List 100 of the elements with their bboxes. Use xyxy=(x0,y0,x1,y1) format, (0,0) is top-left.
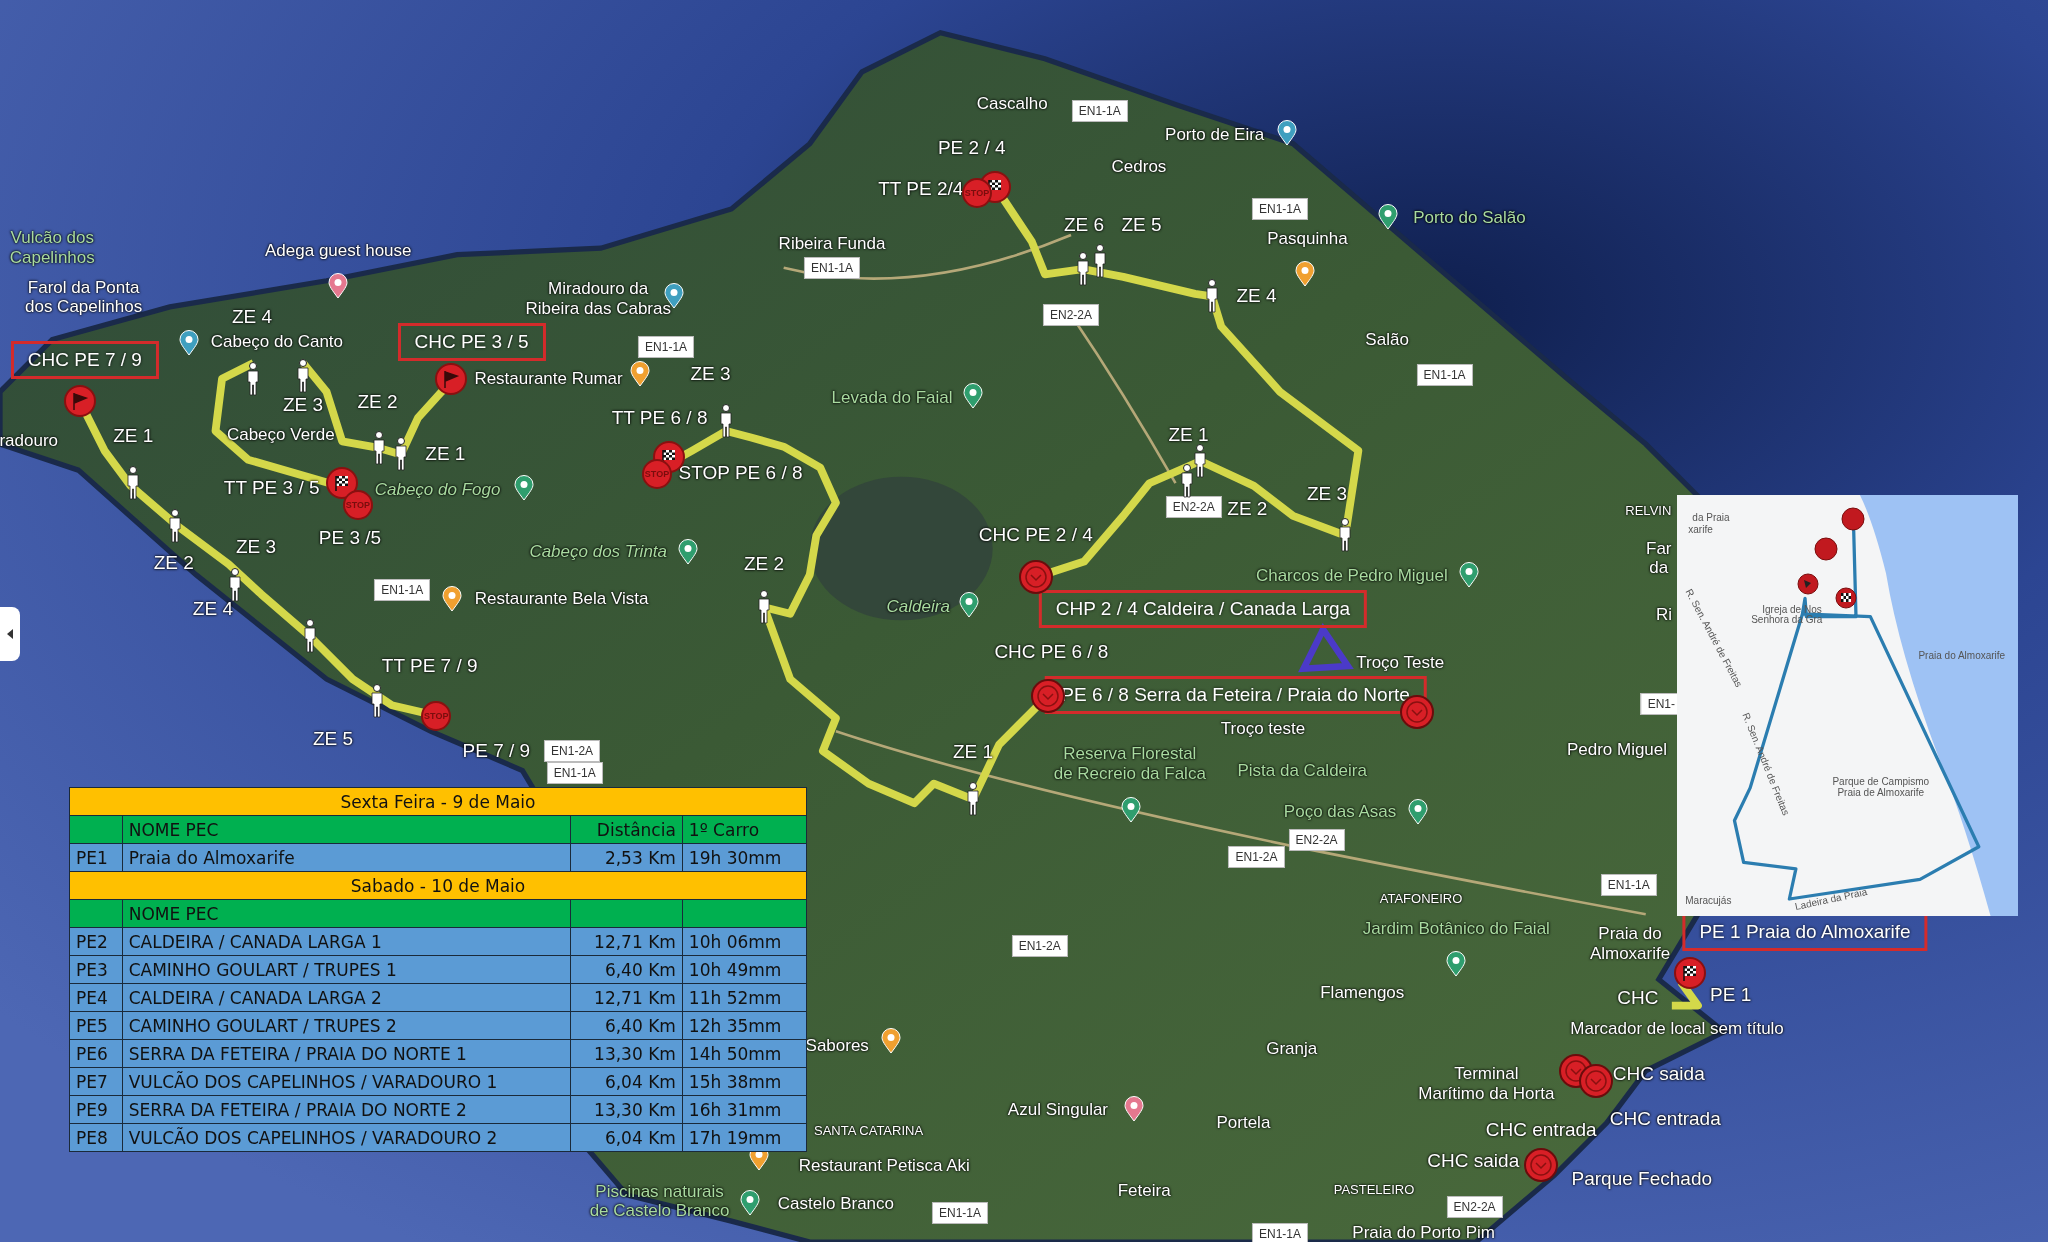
table-cell: VULCÃO DOS CAPELINHOS / VARADOURO 1 xyxy=(122,1067,571,1096)
table-cell: 19h 30mm xyxy=(682,843,807,872)
place-label: Porto de Eira xyxy=(1165,124,1265,145)
table-cell: CALDEIRA / CANADA LARGA 2 xyxy=(122,983,571,1012)
collapse-tab[interactable] xyxy=(0,607,20,661)
map-pin-icon xyxy=(1459,561,1480,588)
road-sign: EN1-2A xyxy=(1011,934,1068,957)
person-icon xyxy=(295,359,311,394)
place-label: Charcos de Pedro Miguel xyxy=(1255,566,1448,586)
table-cell: PE9 xyxy=(69,1095,123,1124)
table-cell: 15h 38mm xyxy=(682,1067,807,1096)
road-sign: EN2-2A xyxy=(1446,1195,1503,1218)
place-label: Pasquinha xyxy=(1267,229,1348,249)
place-label: Cabeço do Canto xyxy=(210,332,344,352)
place-label: PASTELEIRO xyxy=(1333,1182,1415,1198)
person-icon xyxy=(125,466,142,501)
place-label: Farol da Ponta dos Capelinhos xyxy=(25,278,143,318)
stage-label: ZE 3 xyxy=(1306,482,1348,505)
place-label: Poço das Asas xyxy=(1283,802,1397,823)
stage-label: TT PE 3 / 5 xyxy=(223,477,320,500)
table-cell: 12,71 Km xyxy=(570,927,683,956)
table-cell: PE2 xyxy=(69,927,123,956)
stage-label: ZE 5 xyxy=(313,728,354,751)
map-pin-icon xyxy=(1446,950,1467,977)
stage-label: ZE 2 xyxy=(357,391,398,414)
place-label: Flamengos xyxy=(1320,982,1405,1003)
map-pin-icon xyxy=(1276,120,1297,147)
table-cell: 13,30 Km xyxy=(570,1095,683,1124)
person-icon xyxy=(370,430,387,465)
place-label: SANTA CATARINA xyxy=(814,1123,924,1139)
place-label: Salão xyxy=(1365,329,1409,350)
table-cell: PE5 xyxy=(69,1011,123,1040)
stage-callout: CHP 2 / 4 Caldeira / Canada Larga xyxy=(1038,589,1368,628)
stage-label: TT PE 6 / 8 xyxy=(611,407,708,429)
stage-label: CHC saida xyxy=(1427,1150,1520,1172)
table-cell: 11h 52mm xyxy=(682,983,807,1012)
stage-label: CHC entrada xyxy=(1485,1118,1597,1141)
header-cell: 1º Carro xyxy=(682,815,807,844)
caret-icon xyxy=(6,628,14,640)
header-cell xyxy=(69,899,123,928)
map-pin-icon xyxy=(1294,261,1315,288)
table-cell: 2,53 Km xyxy=(570,843,683,872)
person-icon xyxy=(965,782,982,817)
table-cell: 6,40 Km xyxy=(570,1011,683,1040)
map-pin-icon xyxy=(678,539,699,566)
place-label: Pedro Miguel xyxy=(1566,739,1668,760)
place-label: Portela xyxy=(1216,1113,1271,1133)
stage-label: ZE 6 xyxy=(1064,213,1105,236)
place-label: Castelo Branco xyxy=(777,1194,894,1214)
place-label: Feteira xyxy=(1117,1181,1171,1201)
stage-label: PE 3 /5 xyxy=(318,527,382,549)
person-icon xyxy=(718,403,735,438)
place-label: Restaurant Petisca Aki xyxy=(798,1156,970,1176)
person-icon xyxy=(1204,279,1221,314)
table-cell: 10h 49mm xyxy=(682,955,807,984)
street-label: R. Sen. André de Freitas xyxy=(1740,711,1792,818)
map-pin-icon xyxy=(880,1027,901,1054)
flag-marker-icon xyxy=(1796,572,1819,595)
person-icon xyxy=(1074,252,1091,287)
place-label: Ri xyxy=(1655,605,1673,625)
person-icon xyxy=(1179,463,1196,498)
table-cell: PE3 xyxy=(69,955,123,984)
stage-label: PE 7 / 9 xyxy=(462,740,531,762)
checkered-flag-marker-icon xyxy=(1834,587,1857,610)
flag-marker-icon xyxy=(63,384,96,417)
chevron-marker-icon xyxy=(1579,1064,1614,1099)
chevron-marker-icon xyxy=(1030,679,1065,714)
place-label: Cabeço Verde xyxy=(226,425,335,445)
map-pin-icon xyxy=(1123,1095,1144,1122)
table-cell: 14h 50mm xyxy=(682,1039,807,1068)
person-icon xyxy=(392,437,409,472)
place-label: RELVIN xyxy=(1625,503,1672,519)
place-label: Pista da Caldeira xyxy=(1237,760,1367,781)
place-label: Jardim Botânico do Faial xyxy=(1362,918,1550,939)
stage-label: ZE 1 xyxy=(953,741,994,764)
map-pin-icon xyxy=(1408,799,1429,826)
dot-marker-icon xyxy=(1813,536,1838,561)
stage-label: CHC PE 6 / 8 xyxy=(994,640,1109,663)
street-label: Ladeira da Praia xyxy=(1794,886,1869,912)
table-cell: 16h 31mm xyxy=(682,1095,807,1124)
section-title: Sabado - 10 de Maio xyxy=(69,871,807,900)
table-cell: 12h 35mm xyxy=(682,1011,807,1040)
place-label: Cascalho xyxy=(976,94,1048,115)
map-pin-icon xyxy=(630,360,650,387)
map-pin-icon xyxy=(513,475,534,502)
section-title: Sexta Feira - 9 de Maio xyxy=(69,787,807,816)
stage-callout: CHC PE 7 / 9 xyxy=(10,341,159,380)
place-label: Vulcão dos Capelinhos xyxy=(9,228,95,268)
road-sign: EN1-1A xyxy=(804,256,860,279)
table-cell: 6,04 Km xyxy=(570,1123,683,1152)
place-label: Granja xyxy=(1266,1038,1318,1059)
table-cell: PE4 xyxy=(69,983,123,1012)
road-sign: EN1-1A xyxy=(1252,1223,1308,1242)
place-label: radouro xyxy=(0,431,59,452)
table-cell: PE8 xyxy=(69,1123,123,1152)
place-label: Troço teste xyxy=(1220,718,1306,739)
place-label: ATAFONEIRO xyxy=(1379,891,1463,906)
stage-label: ZE 4 xyxy=(1236,285,1277,308)
road-sign: EN1-2A xyxy=(1228,845,1285,868)
stage-label: TT PE 2/4 xyxy=(878,178,964,201)
